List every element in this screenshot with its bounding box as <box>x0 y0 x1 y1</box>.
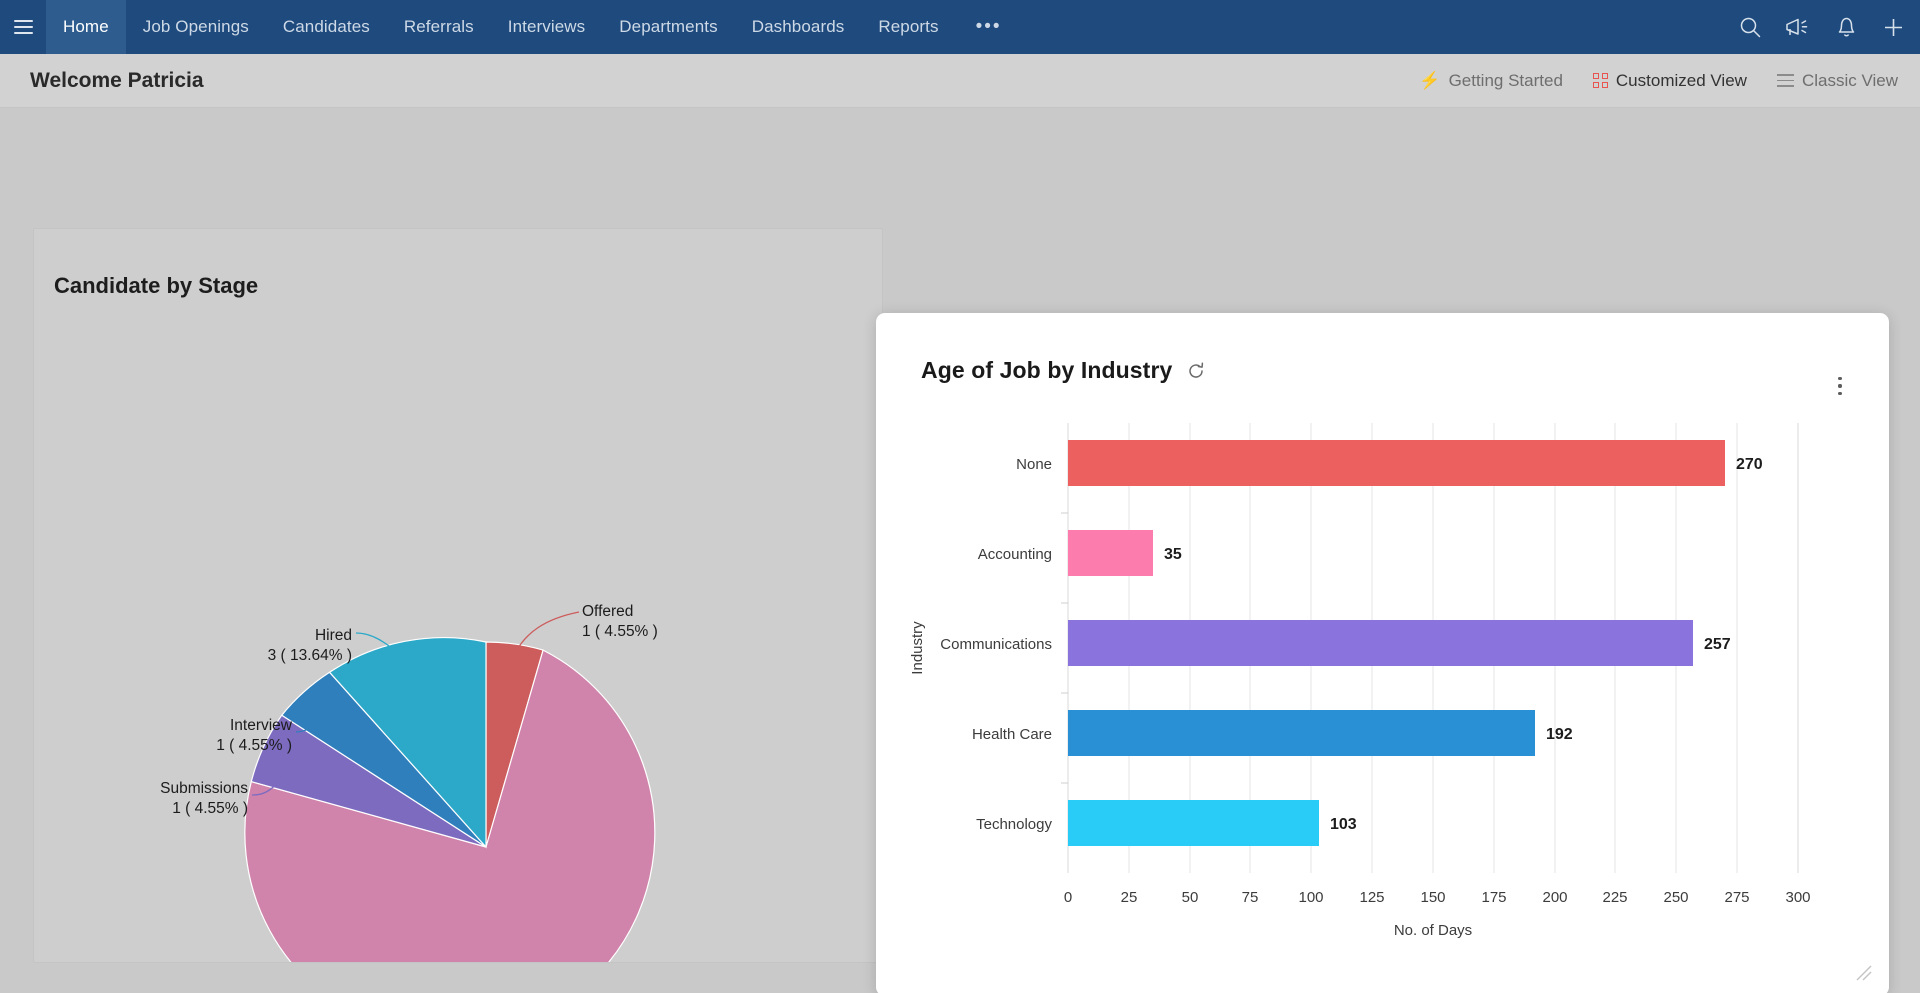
classic-view-label: Classic View <box>1802 71 1898 91</box>
bar-value-technology: 103 <box>1330 816 1357 833</box>
bar-value-health-care: 192 <box>1546 726 1573 743</box>
bar-health-care[interactable] <box>1068 710 1535 756</box>
top-nav-actions <box>1738 0 1920 54</box>
welcome-message: Welcome Patricia <box>30 69 204 93</box>
xtick-275: 275 <box>1724 889 1749 906</box>
top-navigation-bar: Home Job Openings Candidates Referrals I… <box>0 0 1920 54</box>
bar-accounting[interactable] <box>1068 530 1153 576</box>
xtick-225: 225 <box>1602 889 1627 906</box>
welcome-username: Patricia <box>128 69 204 92</box>
customized-view-label: Customized View <box>1616 71 1747 91</box>
bar-axis-label-days: No. of Days <box>1394 922 1472 939</box>
xtick-0: 0 <box>1064 889 1072 906</box>
bar-technology[interactable] <box>1068 800 1319 846</box>
age-of-job-by-industry-widget: Age of Job by Industry <box>876 313 1889 993</box>
customized-view-button[interactable]: Customized View <box>1593 71 1747 91</box>
pie-label-offered-name: Offered <box>582 603 633 620</box>
announcement-icon[interactable] <box>1785 15 1812 40</box>
bar-axis-label-industry: Industry <box>909 621 926 675</box>
xtick-100: 100 <box>1298 889 1323 906</box>
add-icon[interactable] <box>1881 15 1906 40</box>
xtick-125: 125 <box>1359 889 1384 906</box>
bar-value-communications: 257 <box>1704 636 1731 653</box>
nav-item-reports[interactable]: Reports <box>861 0 955 54</box>
nav-item-home[interactable]: Home <box>46 0 126 54</box>
xtick-175: 175 <box>1481 889 1506 906</box>
age-of-job-bar-chart: 270 35 257 192 103 None Accounting Commu… <box>876 408 1889 988</box>
nav-item-candidates[interactable]: Candidates <box>266 0 387 54</box>
xtick-250: 250 <box>1663 889 1688 906</box>
hamburger-menu-icon[interactable] <box>0 0 46 54</box>
nav-label: Home <box>63 17 109 37</box>
classic-view-button[interactable]: Classic View <box>1777 71 1898 91</box>
bar-value-none: 270 <box>1736 456 1763 473</box>
welcome-bar: Welcome Patricia ⚡ Getting Started Custo… <box>0 54 1920 108</box>
primary-nav-items: Home Job Openings Candidates Referrals I… <box>46 0 1022 54</box>
bar-category-technology: Technology <box>976 816 1052 833</box>
candidate-by-stage-widget: Candidate by Stage Offered 1 ( 4.55% ) H… <box>33 228 883 963</box>
candidate-by-stage-pie-chart: Offered 1 ( 4.55% ) Hired 3 ( 13.64% ) I… <box>34 229 883 963</box>
pie-label-interview-value: 1 ( 4.55% ) <box>216 737 292 754</box>
search-icon[interactable] <box>1738 15 1763 40</box>
bar-category-none: None <box>1016 456 1052 473</box>
bar-x-tick-labels: 0 25 50 75 100 125 150 175 200 225 250 2… <box>1064 889 1811 906</box>
bar-value-accounting: 35 <box>1164 546 1182 563</box>
pie-label-interview-name: Interview <box>230 717 293 734</box>
refresh-icon[interactable] <box>1186 361 1206 381</box>
bar-widget-header: Age of Job by Industry <box>876 313 1889 384</box>
nav-label: Candidates <box>283 17 370 37</box>
lightning-bolt-icon: ⚡ <box>1419 71 1440 91</box>
xtick-200: 200 <box>1542 889 1567 906</box>
pie-label-offered-value: 1 ( 4.55% ) <box>582 623 658 640</box>
widget-menu-icon[interactable] <box>1829 371 1851 401</box>
grid-view-icon <box>1593 73 1608 88</box>
nav-label: Departments <box>619 17 717 37</box>
nav-item-more[interactable]: ••• <box>956 0 1022 54</box>
getting-started-label: Getting Started <box>1449 71 1563 91</box>
pie-label-submissions-name: Submissions <box>160 780 248 797</box>
list-view-icon <box>1777 71 1794 90</box>
xtick-25: 25 <box>1121 889 1138 906</box>
nav-label: Job Openings <box>143 17 249 37</box>
nav-label: ••• <box>976 16 1002 38</box>
nav-item-interviews[interactable]: Interviews <box>491 0 603 54</box>
resize-handle[interactable] <box>1853 962 1875 984</box>
bar-category-communications: Communications <box>940 636 1052 653</box>
chart-category-ticks <box>1061 513 1068 783</box>
bar-category-health-care: Health Care <box>972 726 1052 743</box>
nav-item-job-openings[interactable]: Job Openings <box>126 0 266 54</box>
bar-none[interactable] <box>1068 440 1725 486</box>
xtick-75: 75 <box>1242 889 1259 906</box>
xtick-50: 50 <box>1182 889 1199 906</box>
nav-label: Dashboards <box>752 17 845 37</box>
welcome-bar-actions: ⚡ Getting Started Customized View Classi… <box>1419 71 1898 91</box>
pie-label-hired-value: 3 ( 13.64% ) <box>268 647 352 664</box>
nav-label: Reports <box>878 17 938 37</box>
nav-label: Referrals <box>404 17 474 37</box>
xtick-150: 150 <box>1420 889 1445 906</box>
nav-item-referrals[interactable]: Referrals <box>387 0 491 54</box>
pie-label-submissions-value: 1 ( 4.55% ) <box>172 800 248 817</box>
pie-label-hired-name: Hired <box>315 627 352 644</box>
bar-communications[interactable] <box>1068 620 1693 666</box>
notification-bell-icon[interactable] <box>1834 14 1859 40</box>
dashboard-canvas: Candidate by Stage Offered 1 ( 4.55% ) H… <box>0 108 1920 993</box>
xtick-300: 300 <box>1785 889 1810 906</box>
nav-label: Interviews <box>508 17 586 37</box>
nav-item-departments[interactable]: Departments <box>602 0 734 54</box>
getting-started-button[interactable]: ⚡ Getting Started <box>1419 71 1563 91</box>
nav-item-dashboards[interactable]: Dashboards <box>735 0 862 54</box>
welcome-greeting: Welcome <box>30 69 122 92</box>
bar-widget-title: Age of Job by Industry <box>921 357 1172 384</box>
bar-category-accounting: Accounting <box>978 546 1052 563</box>
